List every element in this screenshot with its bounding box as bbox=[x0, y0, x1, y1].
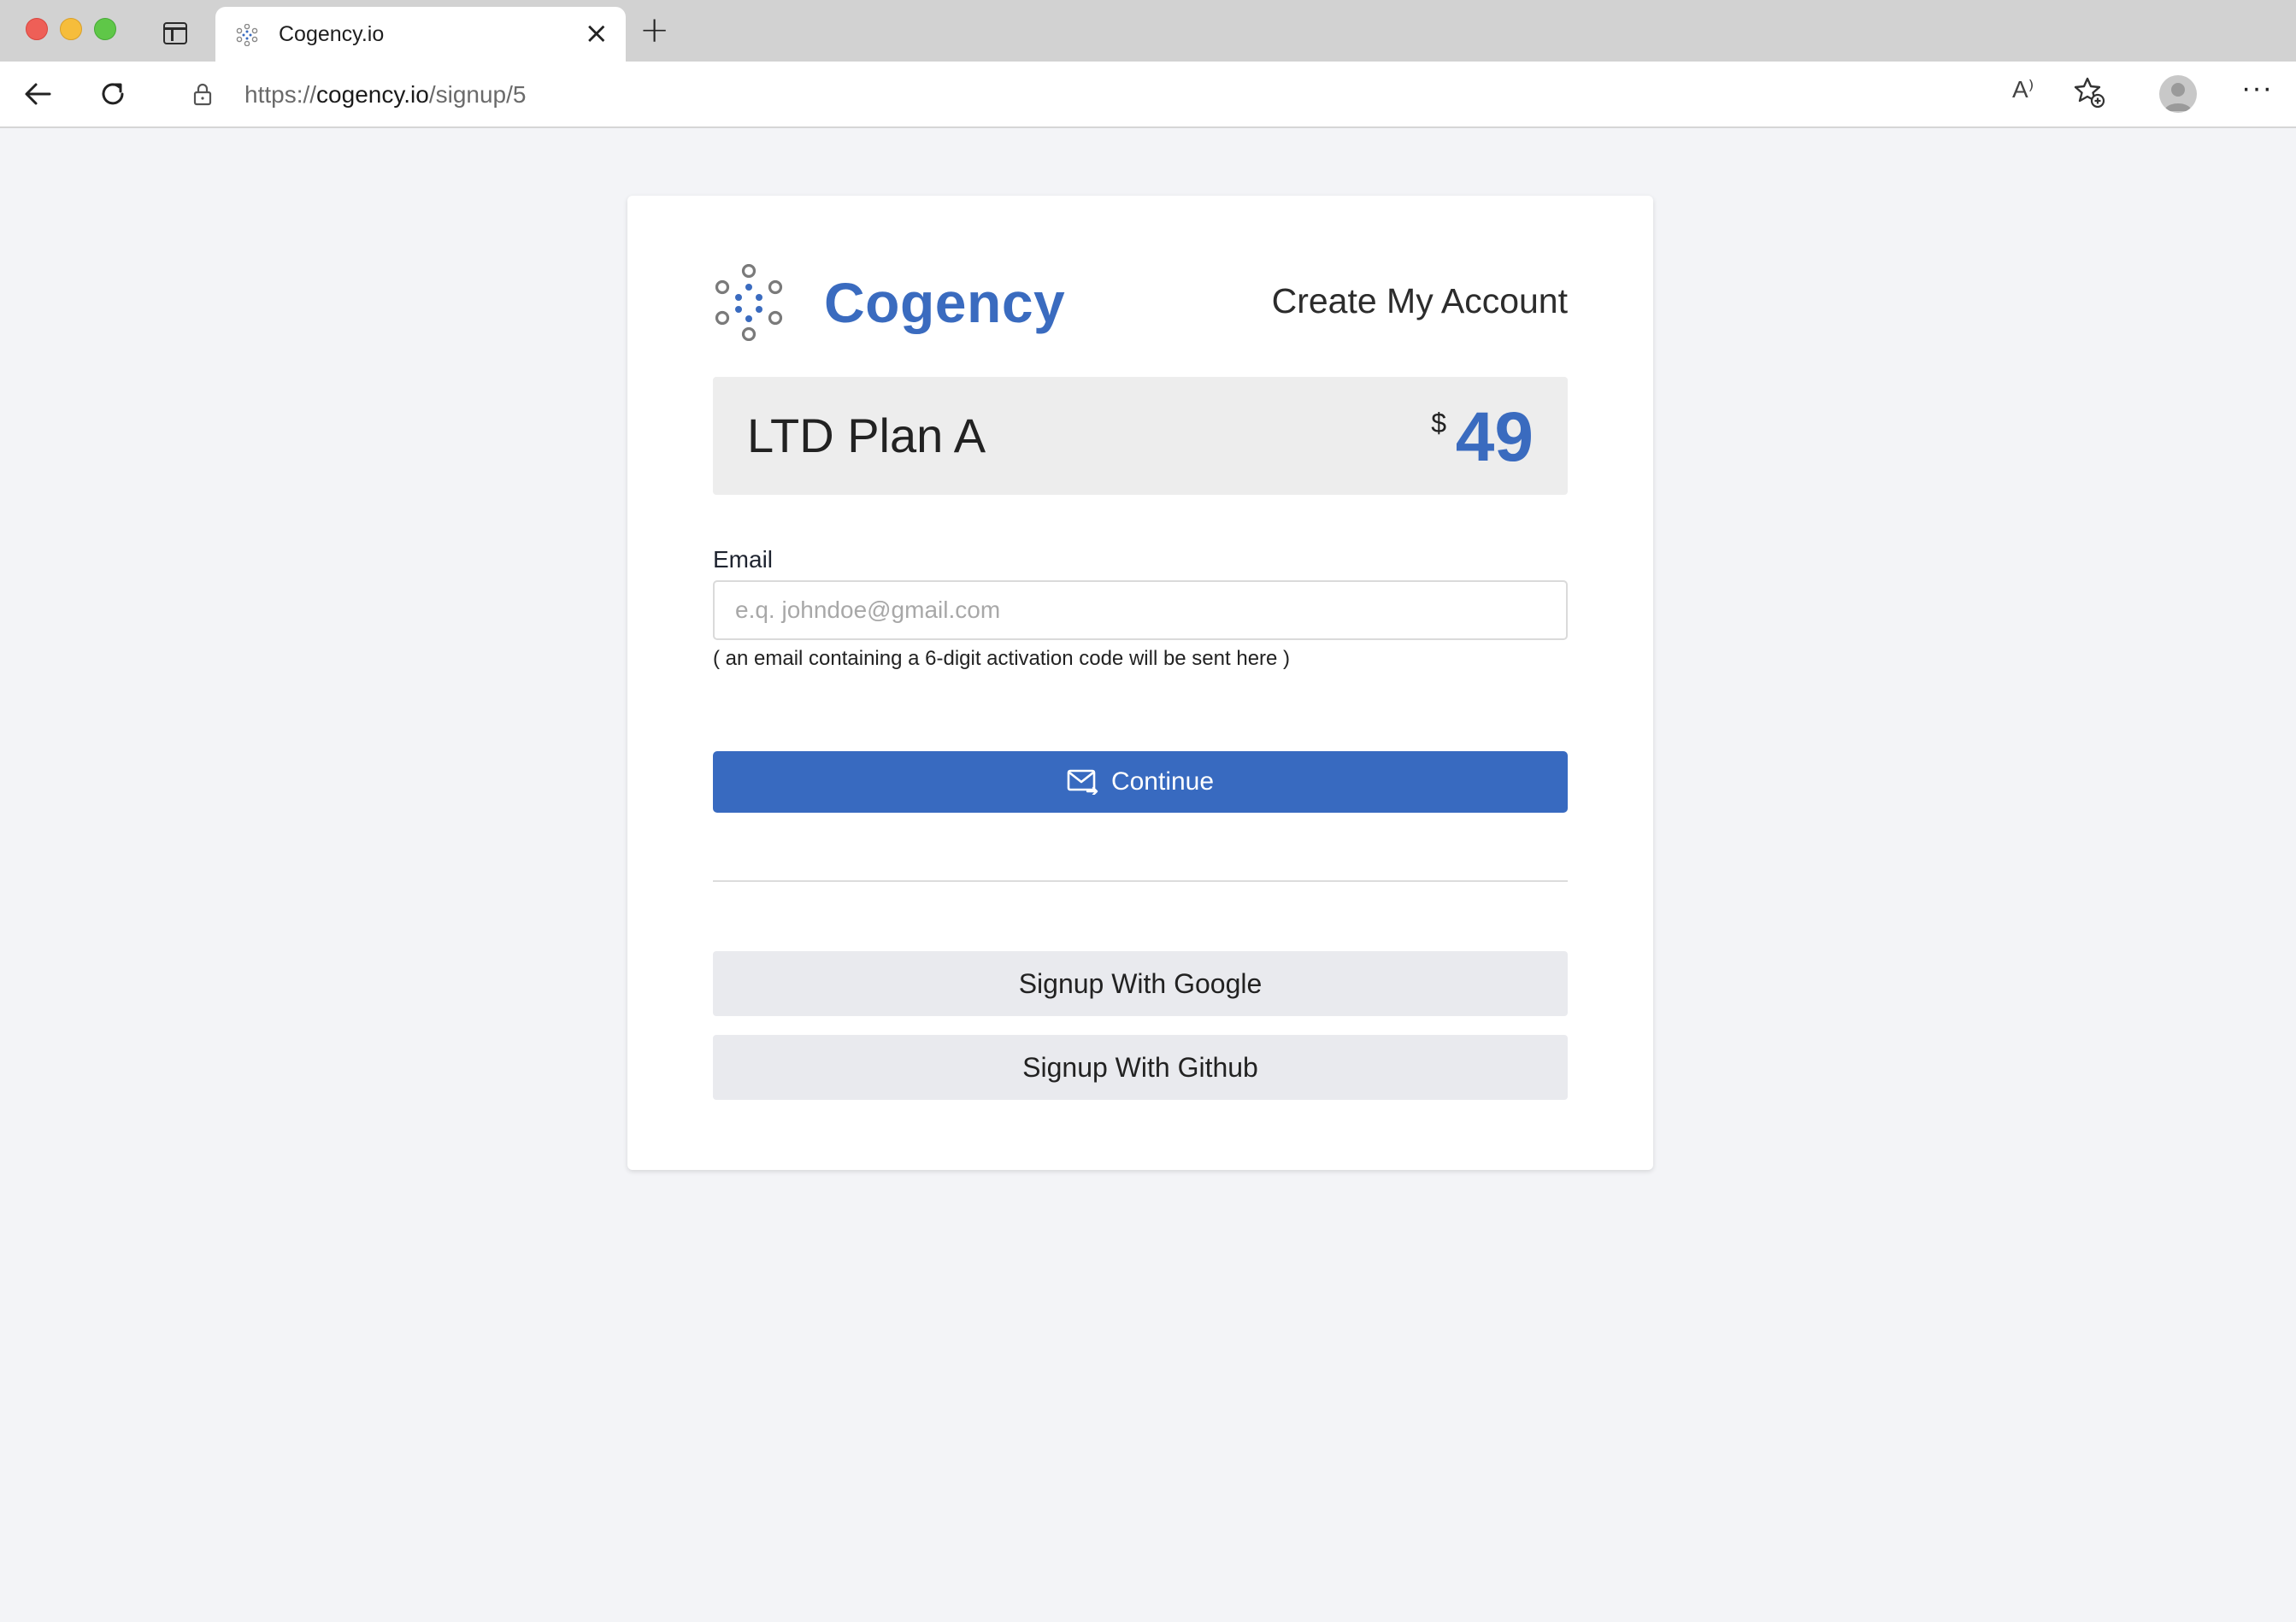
address-bar[interactable]: https://cogency.io/signup/5 bbox=[161, 70, 2084, 118]
tab-close-icon[interactable]: × bbox=[585, 19, 609, 48]
close-window-button[interactable] bbox=[26, 18, 48, 40]
profile-icon[interactable] bbox=[2159, 75, 2197, 113]
read-aloud-icon[interactable]: A⁾ bbox=[2012, 75, 2034, 103]
star-add-icon[interactable] bbox=[2072, 75, 2106, 109]
continue-button[interactable]: Continue bbox=[713, 751, 1568, 813]
sidebar-toggle-icon[interactable] bbox=[163, 22, 187, 44]
plan-summary: LTD Plan A $ 49 bbox=[713, 377, 1568, 495]
page-title: Create My Account bbox=[1271, 281, 1568, 320]
plan-name: LTD Plan A bbox=[747, 408, 986, 462]
minimize-window-button[interactable] bbox=[60, 18, 82, 40]
reload-icon[interactable] bbox=[96, 77, 130, 111]
email-label: Email bbox=[713, 546, 774, 573]
url-text[interactable]: https://cogency.io/signup/5 bbox=[244, 81, 526, 109]
url-scheme: https:// bbox=[244, 81, 317, 108]
url-host: cogency.io bbox=[316, 81, 429, 108]
brand-name: Cogency bbox=[824, 271, 1066, 334]
new-tab-icon[interactable]: + bbox=[639, 12, 669, 48]
tab-title: Cogency.io bbox=[279, 22, 385, 46]
price-amount: 49 bbox=[1455, 398, 1534, 476]
browser-tab[interactable]: Cogency.io × bbox=[215, 7, 626, 62]
signup-google-label: Signup With Google bbox=[1018, 967, 1263, 999]
signup-card: Cogency Create My Account LTD Plan A $ 4… bbox=[627, 196, 1653, 1170]
email-hint: ( an email containing a 6-digit activati… bbox=[713, 647, 1291, 670]
cogency-favicon-icon bbox=[236, 24, 258, 46]
browser-nav-bar: https://cogency.io/signup/5 bbox=[0, 62, 2296, 128]
browser-tab-bar: Cogency.io × + bbox=[0, 0, 2296, 62]
mail-icon bbox=[1067, 769, 1098, 795]
cogency-logo-icon bbox=[715, 264, 783, 341]
continue-label: Continue bbox=[1110, 767, 1215, 796]
signup-google-button[interactable]: Signup With Google bbox=[713, 951, 1568, 1016]
lock-icon[interactable] bbox=[191, 82, 214, 106]
email-field[interactable] bbox=[713, 580, 1568, 640]
avatar bbox=[2164, 83, 2192, 111]
more-icon[interactable]: ··· bbox=[2241, 72, 2273, 105]
url-path: /signup/5 bbox=[428, 81, 527, 108]
price-currency: $ bbox=[1431, 408, 1446, 438]
divider bbox=[713, 880, 1568, 882]
maximize-window-button[interactable] bbox=[94, 18, 116, 40]
arrow-left-icon[interactable] bbox=[21, 77, 55, 111]
signup-github-button[interactable]: Signup With Github bbox=[713, 1035, 1568, 1100]
signup-github-label: Signup With Github bbox=[1022, 1051, 1258, 1083]
